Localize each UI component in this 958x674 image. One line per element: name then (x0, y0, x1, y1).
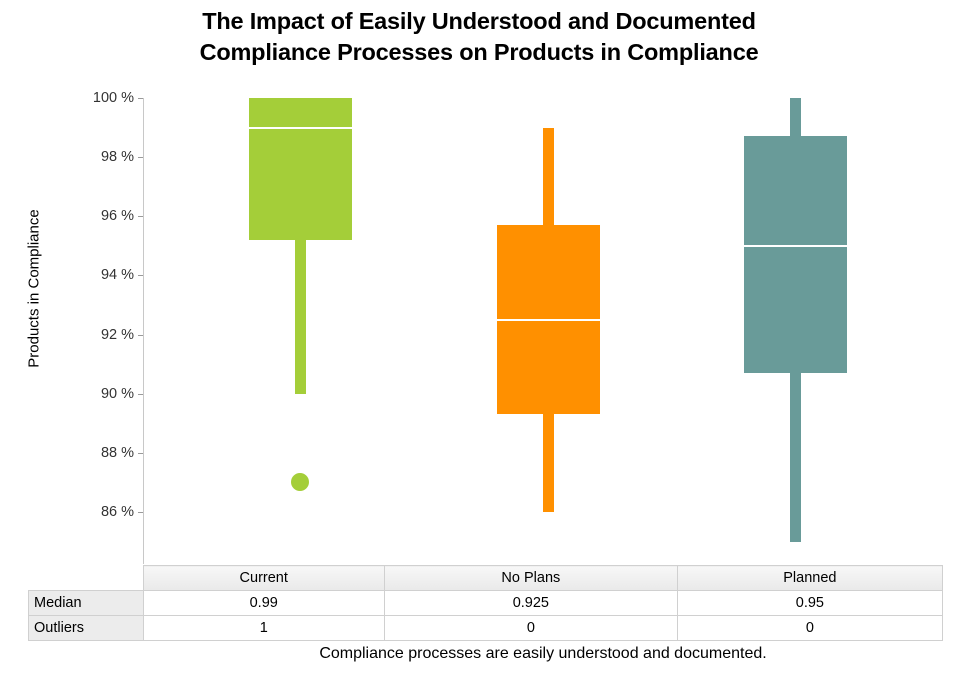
table-row-header-outliers: Outliers (28, 615, 144, 641)
table-cell-outliers-planned: 0 (676, 615, 944, 641)
table-col-header-2: Planned (676, 565, 944, 591)
table-cell-median-planned: 0.95 (676, 590, 944, 616)
y-tick-label: 88 % (100, 444, 134, 461)
table-cell-median-current: 0.99 (142, 590, 385, 616)
y-tick-mark (138, 98, 143, 99)
page-title: The Impact of Easily Understood and Docu… (0, 6, 958, 68)
y-tick-mark (138, 275, 143, 277)
y-tick-label: 96 % (100, 208, 134, 225)
y-tick-label: 86 % (100, 503, 134, 520)
table-cell-outliers-no-plans: 0 (383, 615, 678, 641)
y-tick-label: 90 % (100, 385, 134, 402)
whisker-lower (789, 373, 801, 542)
whisker-upper (542, 127, 554, 226)
y-axis-line (143, 98, 144, 564)
y-tick-mark (138, 216, 143, 218)
title-line-2: Compliance Processes on Products in Comp… (199, 39, 759, 65)
y-tick-label: 98 % (100, 149, 134, 166)
table-cell-outliers-current: 1 (142, 615, 385, 641)
whisker-upper (789, 98, 801, 137)
y-tick-label: 92 % (100, 326, 134, 343)
box-plot-chart: The Impact of Easily Understood and Docu… (0, 0, 958, 674)
whisker-lower (542, 414, 554, 512)
y-tick-mark (138, 393, 143, 395)
table-header-row: Current No Plans Planned (28, 565, 944, 591)
box-iqr (248, 98, 352, 240)
stats-table: Current No Plans Planned Median 0.99 0.9… (28, 565, 944, 641)
table-row: Median 0.99 0.925 0.95 (28, 590, 944, 616)
y-tick-mark (138, 511, 143, 513)
y-axis-title: Products in Compliance (25, 209, 43, 368)
outlier-point[interactable] (291, 473, 309, 492)
y-tick-mark (138, 452, 143, 454)
table-cell-median-no-plans: 0.925 (383, 590, 678, 616)
median-line (743, 244, 847, 247)
table-col-header-1: No Plans (383, 565, 678, 591)
y-tick-label: 94 % (100, 267, 134, 284)
table-corner-cell (28, 565, 143, 591)
footer-note: Compliance processes are easily understo… (319, 645, 767, 662)
y-tick-mark (138, 334, 143, 336)
median-line (248, 126, 352, 129)
box-iqr (743, 136, 847, 373)
title-line-1: The Impact of Easily Understood and Docu… (202, 8, 756, 34)
plot-area: 100 % 98 % 96 % 94 % 92 % 90 % 88 % 86 % (93, 90, 958, 564)
y-tick-mark (138, 157, 143, 159)
table-row-header-median: Median (28, 590, 144, 616)
median-line (496, 318, 600, 321)
table-row: Outliers 1 0 0 (28, 615, 944, 641)
whisker-lower (294, 239, 306, 394)
table-col-header-0: Current (142, 565, 385, 591)
y-tick-label: 100 % (92, 90, 134, 106)
